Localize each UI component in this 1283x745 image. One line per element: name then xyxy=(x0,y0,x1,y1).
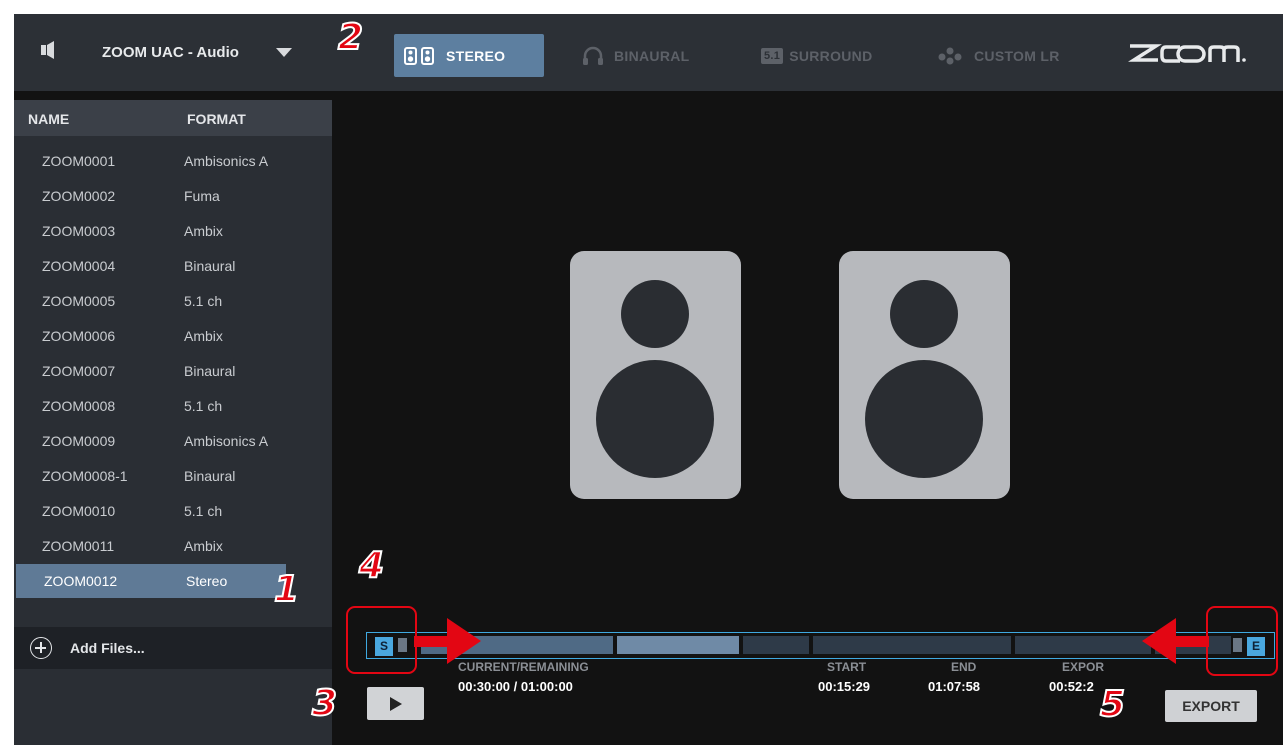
annotation-number-2: 2 xyxy=(337,16,364,59)
annotation-number-4: 4 xyxy=(358,544,385,587)
callout-end-marker xyxy=(1206,606,1278,676)
annotation-number-3: 3 xyxy=(311,682,338,725)
annotation-number-5: 5 xyxy=(1099,683,1126,726)
annotation-arrows xyxy=(414,618,1209,664)
right-arrow-icon xyxy=(414,618,481,664)
left-arrow-icon xyxy=(1142,618,1209,664)
callout-start-marker xyxy=(346,606,417,674)
annotation-number-1: 1 xyxy=(273,568,300,611)
